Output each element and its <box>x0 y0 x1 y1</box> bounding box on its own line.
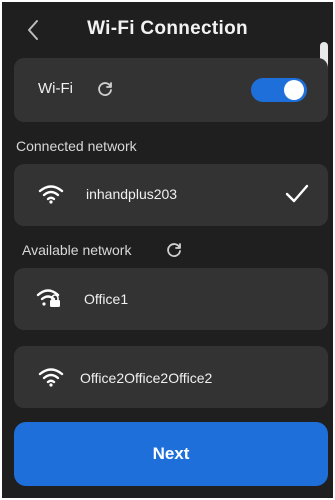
header: Wi-Fi Connection <box>2 2 333 58</box>
wifi-locked-icon <box>36 288 62 308</box>
next-button[interactable]: Next <box>14 422 328 486</box>
network-item-office2[interactable]: Office2Office2Office2 <box>14 346 328 408</box>
refresh-icon[interactable] <box>165 241 183 259</box>
refresh-icon[interactable] <box>96 80 114 98</box>
page-title: Wi-Fi Connection <box>87 18 248 39</box>
network-item-office1[interactable]: Office1 <box>14 268 328 330</box>
wifi-toggle[interactable] <box>251 78 307 102</box>
checkmark-icon <box>284 182 310 206</box>
wifi-icon <box>38 367 64 387</box>
connected-network-item[interactable]: inhandplus203 <box>14 164 328 226</box>
network-name: inhandplus203 <box>86 186 178 202</box>
connected-network-label: Connected network <box>16 138 137 154</box>
toggle-knob <box>284 80 304 100</box>
wifi-icon <box>38 184 64 204</box>
wifi-connection-screen: Wi-Fi Connection Wi-Fi Connected network… <box>2 2 333 498</box>
wifi-label: Wi-Fi <box>38 80 73 97</box>
wifi-toggle-card: Wi-Fi <box>14 58 328 122</box>
network-name: Office1 <box>84 291 129 307</box>
available-network-label: Available network <box>22 242 132 258</box>
network-name: Office2Office2Office2 <box>80 370 213 386</box>
